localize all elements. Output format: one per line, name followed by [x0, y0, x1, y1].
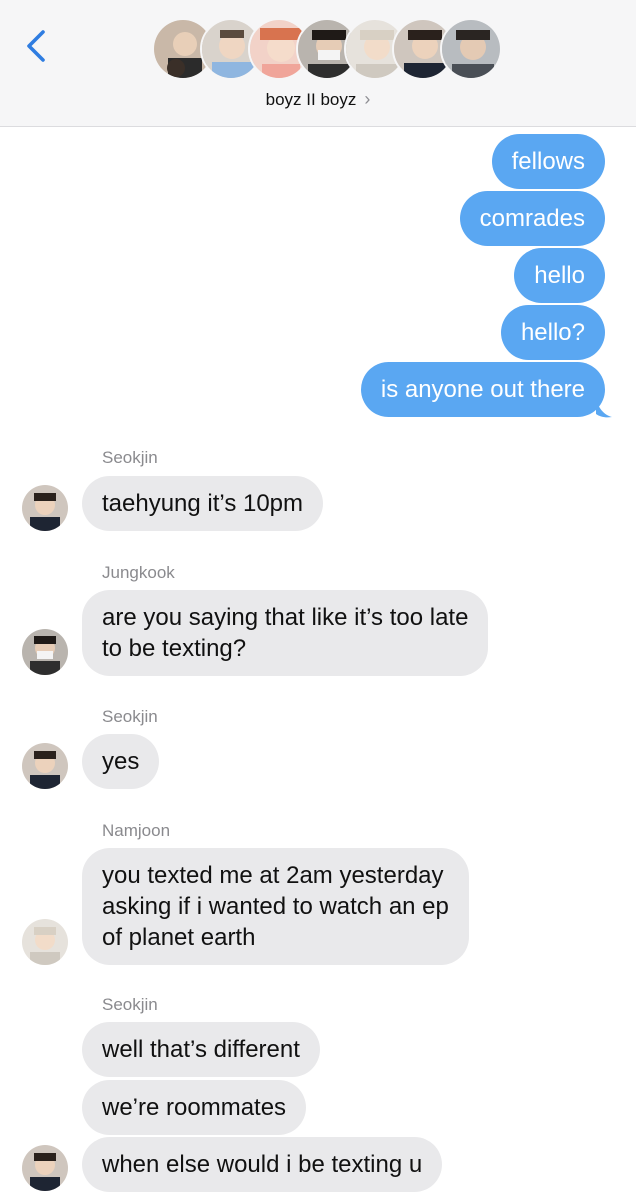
group-name-button[interactable]: boyz II boyz ›	[0, 89, 636, 110]
back-button[interactable]	[20, 26, 52, 66]
message-text: comrades	[479, 205, 585, 232]
sender-name: Seokjin	[102, 448, 158, 467]
message-line: to be texting?	[102, 635, 247, 662]
sender-avatar[interactable]	[22, 743, 68, 789]
group-avatars[interactable]	[152, 18, 502, 82]
sender-avatar[interactable]	[22, 629, 68, 675]
incoming-message[interactable]: yes	[82, 734, 160, 789]
message-text: when else would i be texting u	[102, 1151, 423, 1178]
message-line: are you saying that like it’s too late	[102, 604, 469, 631]
message-text: well that’s different	[102, 1036, 300, 1063]
outgoing-message[interactable]: fellows	[491, 134, 605, 189]
chevron-left-icon	[27, 30, 45, 62]
message-text: hello?	[520, 319, 585, 346]
sender-name: Seokjin	[102, 995, 158, 1014]
outgoing-message[interactable]: hello?	[500, 305, 605, 360]
message-line: asking if i wanted to watch an ep	[102, 893, 449, 920]
incoming-message[interactable]: well that’s different	[82, 1022, 320, 1077]
message-text: we’re roommates	[102, 1094, 287, 1121]
incoming-message[interactable]: you texted me at 2am yesterday asking if…	[82, 848, 469, 965]
message-line: you texted me at 2am yesterday	[102, 862, 444, 889]
sender-name: Namjoon	[102, 821, 171, 840]
group-name-label: boyz II boyz	[265, 89, 357, 109]
sender-name: Seokjin	[102, 707, 158, 726]
conversation-header: boyz II boyz ›	[0, 0, 636, 127]
outgoing-message[interactable]: is anyone out there	[360, 362, 605, 417]
chevron-right-icon: ›	[364, 89, 371, 109]
message-text: is anyone out there	[380, 376, 585, 403]
bubble-tail	[596, 398, 612, 418]
message-text: hello	[534, 262, 585, 289]
member-avatar	[440, 18, 502, 80]
outgoing-message[interactable]: comrades	[459, 191, 605, 246]
message-text: taehyung it’s 10pm	[102, 490, 304, 517]
incoming-message[interactable]: we’re roommates	[82, 1080, 307, 1135]
message-line: of planet earth	[102, 924, 256, 951]
sender-avatar[interactable]	[22, 485, 68, 531]
outgoing-message[interactable]: hello	[514, 248, 605, 303]
incoming-message[interactable]: taehyung it’s 10pm	[82, 476, 324, 531]
sender-name: Jungkook	[102, 563, 175, 582]
message-text: fellows	[511, 148, 585, 175]
incoming-message[interactable]: when else would i be texting u	[82, 1137, 443, 1192]
incoming-message[interactable]: are you saying that like it’s too late t…	[82, 590, 489, 676]
sender-avatar[interactable]	[22, 1145, 68, 1191]
message-text: yes	[102, 748, 140, 775]
sender-avatar[interactable]	[22, 919, 68, 965]
